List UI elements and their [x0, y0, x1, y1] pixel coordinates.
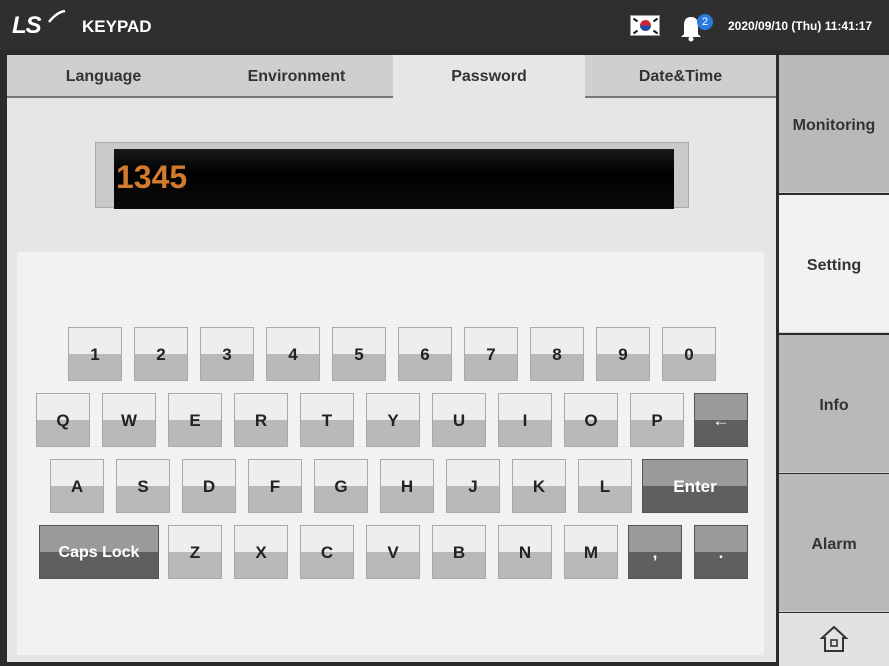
home-icon: [819, 625, 849, 652]
key-b[interactable]: B: [432, 525, 486, 579]
key-k[interactable]: K: [512, 459, 566, 513]
key-t[interactable]: T: [300, 393, 354, 447]
settings-content: Language Environment Password Date&Time …: [7, 55, 776, 662]
key-g[interactable]: G: [314, 459, 368, 513]
app-title: KEYPAD: [82, 17, 152, 36]
key-4[interactable]: 4: [266, 327, 320, 381]
key-3[interactable]: 3: [200, 327, 254, 381]
sidebar-item-alarm[interactable]: Alarm: [779, 474, 889, 612]
datetime-display: 2020/09/10 (Thu) 11:41:17: [728, 19, 873, 33]
key-f[interactable]: F: [248, 459, 302, 513]
key-6[interactable]: 6: [398, 327, 452, 381]
key-p[interactable]: P: [630, 393, 684, 447]
key-z[interactable]: Z: [168, 525, 222, 579]
key-1[interactable]: 1: [68, 327, 122, 381]
sidebar-item-info[interactable]: Info: [779, 335, 889, 473]
key-a[interactable]: A: [50, 459, 104, 513]
key-l[interactable]: L: [578, 459, 632, 513]
sidebar-item-monitoring[interactable]: Monitoring: [779, 55, 889, 193]
home-button[interactable]: [779, 613, 889, 666]
sidebar-item-label: Alarm: [811, 536, 857, 553]
tab-language[interactable]: Language: [7, 55, 200, 98]
caps-lock-button[interactable]: Caps Lock: [39, 525, 159, 579]
notification-badge: 2: [697, 14, 713, 30]
key-v[interactable]: V: [366, 525, 420, 579]
key-2[interactable]: 2: [134, 327, 188, 381]
tab-environment[interactable]: Environment: [200, 55, 393, 98]
key-w[interactable]: W: [102, 393, 156, 447]
sidebar-item-label: Setting: [806, 257, 862, 274]
sidebar-item-setting[interactable]: Setting: [779, 195, 889, 333]
ls-logo: LS: [12, 10, 66, 40]
key-o[interactable]: O: [564, 393, 618, 447]
key-u[interactable]: U: [432, 393, 486, 447]
key-q[interactable]: Q: [36, 393, 90, 447]
logo-swoosh-icon: [48, 10, 66, 23]
key-n[interactable]: N: [498, 525, 552, 579]
tab-bar: Language Environment Password Date&Time: [7, 55, 776, 98]
top-bar: LS KEYPAD 2 2020/09/10 (Thu) 11:41:17: [0, 0, 889, 50]
key-x[interactable]: X: [234, 525, 288, 579]
key-m[interactable]: M: [564, 525, 618, 579]
key-j[interactable]: J: [446, 459, 500, 513]
key-s[interactable]: S: [116, 459, 170, 513]
sidebar: Monitoring Setting Info Alarm: [779, 55, 889, 666]
key-h[interactable]: H: [380, 459, 434, 513]
password-display-frame: 1345: [95, 142, 689, 209]
tab-date-time[interactable]: Date&Time: [585, 55, 776, 98]
key-0[interactable]: 0: [662, 327, 716, 381]
sidebar-item-label: Monitoring: [792, 117, 876, 134]
key-9[interactable]: 9: [596, 327, 650, 381]
logo-text: LS: [12, 12, 42, 39]
key-i[interactable]: I: [498, 393, 552, 447]
key-c[interactable]: C: [300, 525, 354, 579]
enter-button[interactable]: Enter: [642, 459, 748, 513]
key-y[interactable]: Y: [366, 393, 420, 447]
password-value: 1345: [116, 159, 188, 195]
keyboard-panel: 1 2 3 4 5 6 7 8 9 0 Q W E R T Y U I O P …: [17, 252, 764, 655]
key-period[interactable]: .: [694, 525, 748, 579]
key-d[interactable]: D: [182, 459, 236, 513]
backspace-button[interactable]: ←: [694, 393, 748, 447]
key-comma[interactable]: ,: [628, 525, 682, 579]
key-r[interactable]: R: [234, 393, 288, 447]
korea-flag-icon[interactable]: [630, 15, 660, 36]
password-display[interactable]: 1345: [114, 149, 674, 209]
key-7[interactable]: 7: [464, 327, 518, 381]
key-8[interactable]: 8: [530, 327, 584, 381]
tab-password[interactable]: Password: [393, 55, 585, 98]
key-5[interactable]: 5: [332, 327, 386, 381]
sidebar-item-label: Info: [819, 397, 849, 414]
key-e[interactable]: E: [168, 393, 222, 447]
